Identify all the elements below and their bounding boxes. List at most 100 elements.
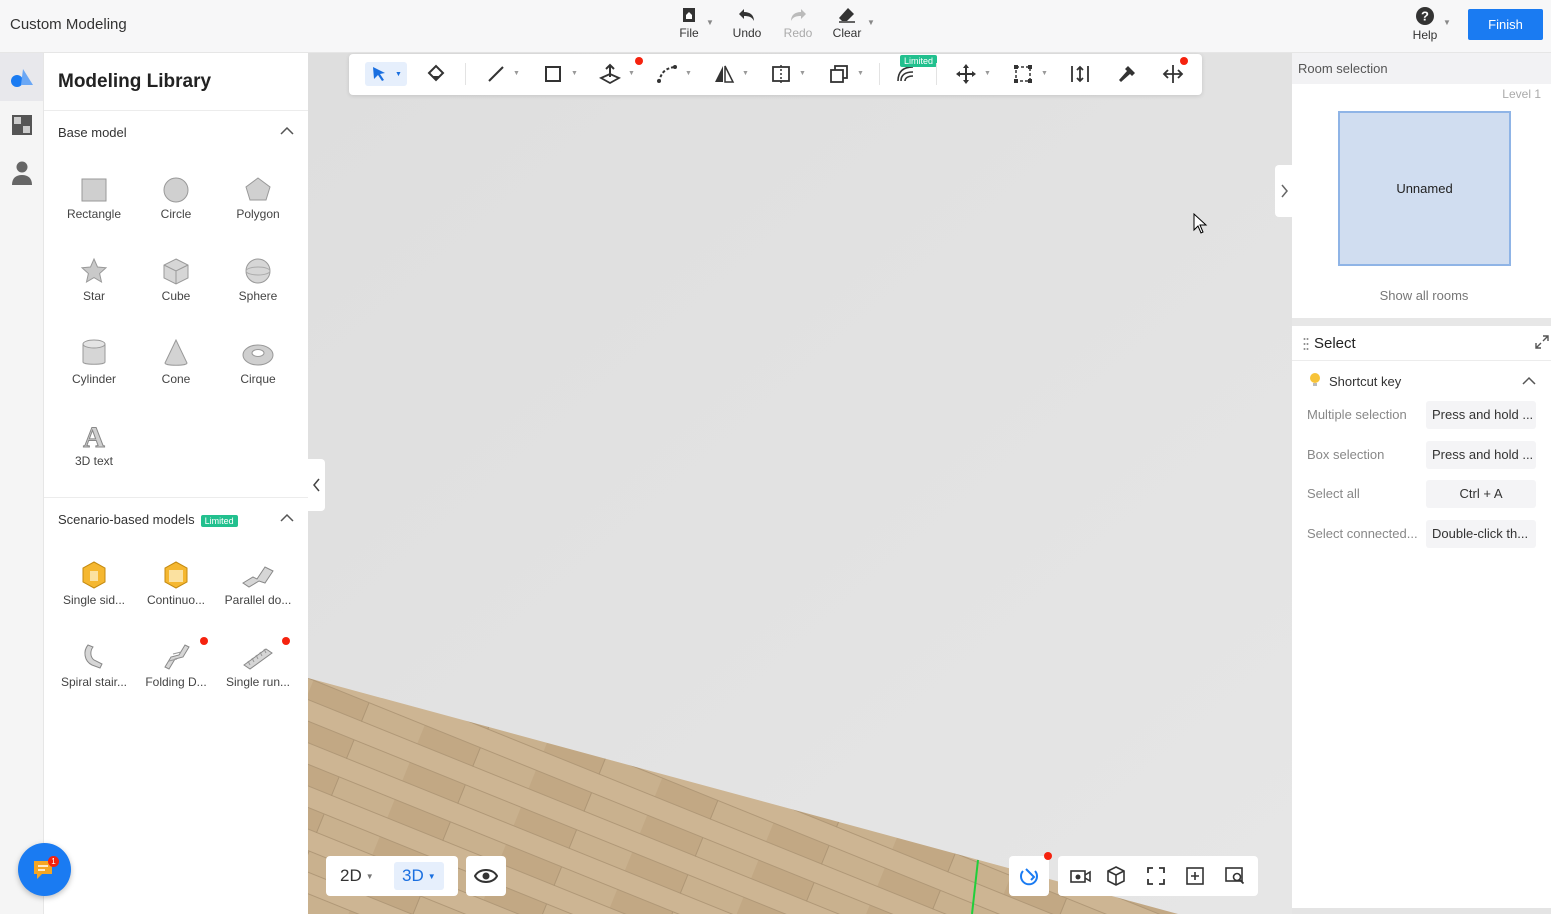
- new-indicator-dot: [1044, 852, 1052, 860]
- undo-icon: [739, 9, 754, 21]
- limited-badge: Limited: [200, 514, 238, 527]
- move-caret-icon[interactable]: ▼: [984, 70, 991, 77]
- fit-view-button[interactable]: [1145, 865, 1167, 887]
- collapse-library-button[interactable]: [308, 459, 325, 511]
- orbit-icon: [1020, 868, 1038, 886]
- rail-modeling[interactable]: [0, 53, 43, 101]
- tile-label: Spiral stair...: [60, 675, 128, 689]
- move-tool-button[interactable]: [953, 62, 979, 86]
- shortcut-label: Multiple selection: [1307, 407, 1407, 422]
- chat-badge: 1: [48, 856, 59, 867]
- tile-3d-text[interactable]: A 3D text: [58, 414, 130, 474]
- align-tool-button[interactable]: [1160, 62, 1186, 86]
- help-caret-icon[interactable]: ▼: [1443, 18, 1451, 27]
- camera-settings-button[interactable]: [1069, 865, 1091, 887]
- 3d-text-icon: A: [83, 421, 106, 451]
- push-pull-tool-button[interactable]: [597, 62, 623, 86]
- single-run-icon: [243, 648, 273, 670]
- line-caret-icon[interactable]: ▼: [513, 70, 520, 77]
- split-caret-icon[interactable]: ▼: [799, 70, 806, 77]
- mirror-tool-button[interactable]: [711, 62, 737, 86]
- drag-handle-icon[interactable]: [1303, 337, 1309, 351]
- measure-tool-button[interactable]: [1067, 62, 1093, 86]
- shortcut-key-header[interactable]: Shortcut key: [1292, 370, 1551, 392]
- single-side-icon: [82, 561, 106, 589]
- copy-caret-icon[interactable]: ▼: [857, 70, 864, 77]
- app-title: Custom Modeling: [10, 16, 127, 33]
- level-label[interactable]: Level 1: [1502, 87, 1541, 101]
- new-indicator-dot: [635, 57, 643, 65]
- split-tool-button[interactable]: [768, 62, 794, 86]
- collapse-scenario-chevron-icon[interactable]: [280, 513, 294, 523]
- rectangle-caret-icon[interactable]: ▼: [571, 70, 578, 77]
- hammer-tool-button[interactable]: [1114, 62, 1140, 86]
- frame-selection-button[interactable]: [1184, 865, 1206, 887]
- svg-text:?: ?: [1421, 9, 1429, 24]
- tile-label: Folding D...: [145, 675, 207, 689]
- help-label: Help: [1412, 28, 1438, 42]
- folding-door-icon: [164, 644, 190, 670]
- shortcut-label: Select all: [1307, 486, 1360, 501]
- 3d-viewport[interactable]: [308, 53, 1292, 914]
- 3d-view-button[interactable]: [1105, 865, 1127, 887]
- tile-star[interactable]: Star: [58, 249, 130, 309]
- paint-tool-button[interactable]: [423, 62, 449, 86]
- rail-user[interactable]: [0, 149, 43, 197]
- new-indicator-dot: [200, 637, 208, 645]
- tile-parallel-door[interactable]: Parallel do...: [222, 553, 294, 613]
- view-3d-button[interactable]: 3D ▼: [394, 862, 444, 890]
- tile-sphere[interactable]: Sphere: [222, 249, 294, 309]
- cube-outline-icon: [1107, 866, 1125, 886]
- help-button[interactable]: ? Help: [1405, 4, 1445, 48]
- scale-caret-icon[interactable]: ▼: [1041, 70, 1048, 77]
- collapse-base-chevron-icon[interactable]: [280, 126, 294, 136]
- tile-rectangle[interactable]: Rectangle: [58, 167, 130, 227]
- expand-icon[interactable]: [1535, 335, 1549, 349]
- rectangle-tool-button[interactable]: [540, 62, 566, 86]
- tile-spiral-stair[interactable]: Spiral stair...: [58, 635, 130, 695]
- room-tile[interactable]: Unnamed: [1338, 111, 1511, 266]
- tile-single-side[interactable]: Single sid...: [58, 553, 130, 613]
- caret-down-icon: ▼: [365, 871, 374, 881]
- finish-button[interactable]: Finish: [1468, 9, 1543, 40]
- file-caret-icon[interactable]: ▼: [706, 18, 714, 27]
- view-2d-button[interactable]: 2D ▼: [332, 862, 382, 890]
- zoom-screen-icon: [1225, 867, 1245, 885]
- rectangle-icon: [81, 178, 107, 202]
- visibility-button[interactable]: [466, 856, 506, 896]
- select-tool-button[interactable]: ▼: [365, 62, 407, 86]
- view-mode-switch: 2D ▼ 3D ▼: [326, 856, 458, 896]
- orbit-button[interactable]: [1009, 856, 1049, 896]
- tile-continuous[interactable]: Continuo...: [140, 553, 212, 613]
- push-pull-caret-icon[interactable]: ▼: [628, 70, 635, 77]
- tile-label: Sphere: [238, 289, 278, 303]
- redo-button[interactable]: Redo: [778, 4, 818, 48]
- rail-material[interactable]: [0, 101, 43, 149]
- push-pull-icon: [599, 63, 621, 85]
- copy-tool-button[interactable]: [826, 62, 852, 86]
- chat-support-button[interactable]: 1: [18, 843, 71, 896]
- collapse-right-panel-button[interactable]: [1275, 165, 1292, 217]
- tile-cirque[interactable]: Cirque: [222, 332, 294, 392]
- room-selection-header: Room selection: [1292, 53, 1551, 84]
- tile-cone[interactable]: Cone: [140, 332, 212, 392]
- modeling-library-panel: Modeling Library Base model Rectangle Ci…: [44, 53, 308, 914]
- divider: [44, 497, 308, 498]
- tile-polygon[interactable]: Polygon: [222, 167, 294, 227]
- clear-button[interactable]: Clear: [827, 4, 867, 48]
- line-tool-button[interactable]: [483, 62, 509, 86]
- tile-cylinder[interactable]: Cylinder: [58, 332, 130, 392]
- file-button[interactable]: File: [669, 4, 709, 48]
- undo-button[interactable]: Undo: [727, 4, 767, 48]
- line-icon: [488, 66, 504, 82]
- spiral-stair-icon: [84, 644, 103, 669]
- tile-circle[interactable]: Circle: [140, 167, 212, 227]
- clear-caret-icon[interactable]: ▼: [867, 18, 875, 27]
- curve-caret-icon[interactable]: ▼: [685, 70, 692, 77]
- mirror-caret-icon[interactable]: ▼: [742, 70, 749, 77]
- zoom-view-button[interactable]: [1224, 865, 1246, 887]
- show-all-rooms-link[interactable]: Show all rooms: [1292, 288, 1551, 303]
- tile-cube[interactable]: Cube: [140, 249, 212, 309]
- scale-tool-button[interactable]: [1010, 62, 1036, 86]
- curve-tool-button[interactable]: [654, 62, 680, 86]
